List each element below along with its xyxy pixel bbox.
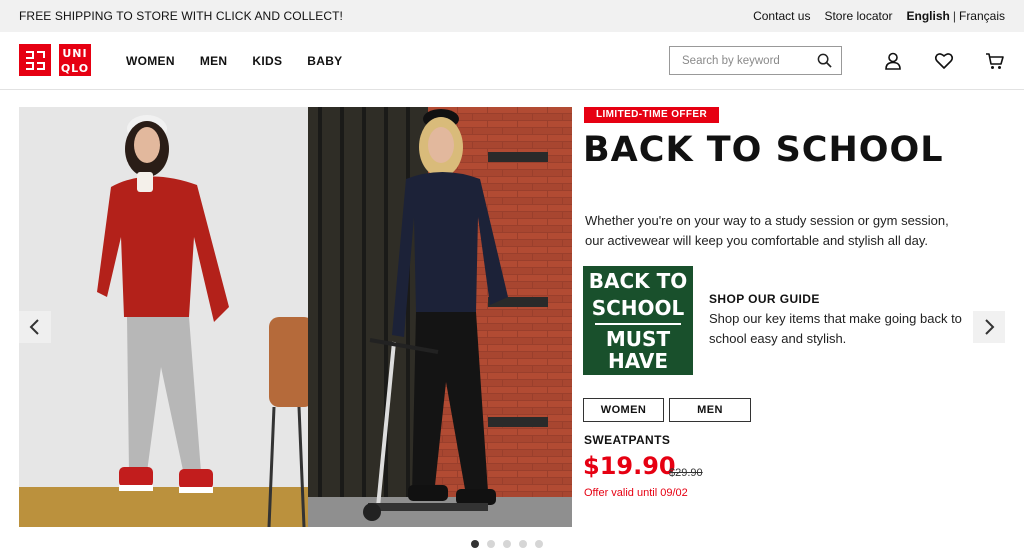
nav-baby[interactable]: BABY: [307, 54, 342, 68]
contact-us-link[interactable]: Contact us: [753, 9, 810, 23]
shop-women-button[interactable]: WOMEN: [583, 398, 664, 422]
carousel-dot[interactable]: [519, 540, 527, 548]
nav-men[interactable]: MEN: [200, 54, 228, 68]
logo-katakana-glyph: [26, 51, 45, 70]
language-separator: |: [952, 9, 956, 23]
guide-text: Shop our key items that make going back …: [709, 311, 962, 346]
carousel-dot[interactable]: [535, 540, 543, 548]
guide-thumbnail[interactable]: BACK TO SCHOOL MUST HAVE: [583, 266, 693, 375]
utility-links: Contact us Store locator English | Franç…: [739, 9, 1005, 23]
nav-women[interactable]: WOMEN: [126, 54, 175, 68]
offer-validity: Offer valid until 09/02: [584, 487, 688, 499]
man-photo-illustration: [308, 107, 572, 527]
main-nav: WOMEN MEN KIDS BABY: [126, 54, 367, 68]
chevron-left-icon: [29, 319, 39, 335]
search-input[interactable]: [670, 47, 810, 74]
search-box: [669, 46, 842, 75]
chevron-right-icon: [985, 319, 995, 335]
search-icon[interactable]: [817, 53, 832, 68]
wishlist-heart-icon[interactable]: [934, 51, 954, 71]
hero-image-man[interactable]: [308, 107, 572, 527]
main-header: UNI QLO WOMEN MEN KIDS BABY: [0, 32, 1024, 90]
carousel-dot[interactable]: [471, 540, 479, 548]
product-name: SWEATPANTS: [584, 433, 671, 447]
guide-title[interactable]: SHOP OUR GUIDE: [709, 292, 820, 306]
woman-photo-illustration: [19, 107, 308, 527]
carousel-dots: [471, 540, 543, 548]
carousel-prev-button[interactable]: [19, 311, 51, 343]
carousel-next-button[interactable]: [973, 311, 1005, 343]
product-price: $19.90: [583, 452, 676, 480]
logo-katakana-box: [19, 44, 51, 76]
language-french-link[interactable]: Français: [959, 9, 1005, 23]
hero-description: Whether you're on your way to a study se…: [585, 213, 949, 248]
logo-text-box: UNI QLO: [59, 44, 91, 76]
nav-kids[interactable]: KIDS: [252, 54, 282, 68]
carousel-dot[interactable]: [487, 540, 495, 548]
uniqlo-logo[interactable]: UNI QLO: [19, 44, 91, 76]
guide-divider: [595, 323, 681, 325]
top-promo-bar: FREE SHIPPING TO STORE WITH CLICK AND CO…: [0, 0, 1024, 32]
carousel-dot[interactable]: [503, 540, 511, 548]
store-locator-link[interactable]: Store locator: [824, 9, 892, 23]
limited-offer-badge: LIMITED-TIME OFFER: [584, 107, 720, 123]
product-old-price: $29.90: [669, 467, 703, 479]
hero-image-woman[interactable]: [19, 107, 308, 527]
language-english-link[interactable]: English: [907, 9, 950, 23]
account-icon[interactable]: [883, 51, 903, 71]
cart-icon[interactable]: [985, 51, 1005, 71]
shop-men-button[interactable]: MEN: [669, 398, 751, 422]
hero-headline: BACK TO SCHOOL: [583, 130, 944, 170]
shipping-promo-text: FREE SHIPPING TO STORE WITH CLICK AND CO…: [19, 9, 343, 23]
